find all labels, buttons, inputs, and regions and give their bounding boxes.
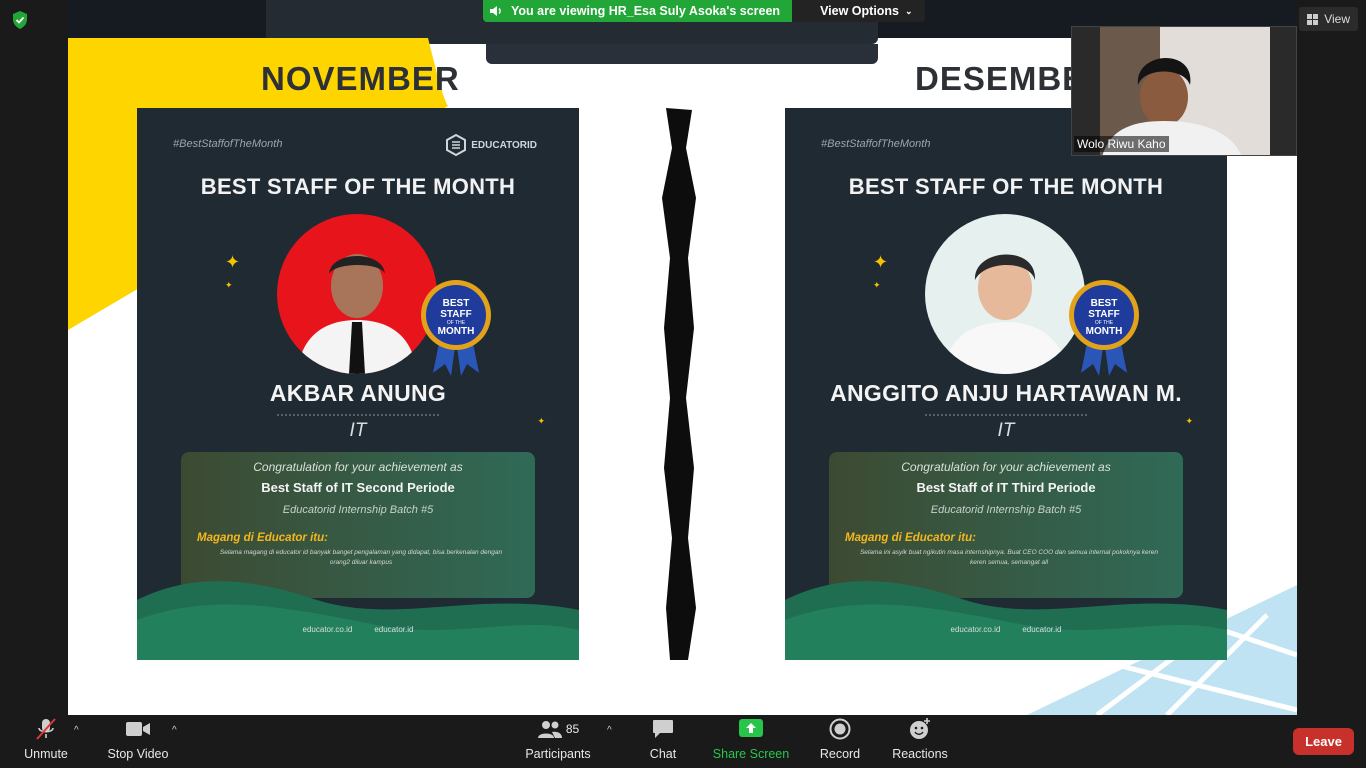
share-screen-label: Share Screen bbox=[712, 747, 790, 761]
record-icon bbox=[829, 718, 851, 740]
magang-title: Magang di Educator itu: bbox=[197, 532, 328, 544]
month-title-november: NOVEMBER bbox=[261, 60, 460, 97]
award-title: Best Staff of IT Second Periode bbox=[261, 480, 455, 495]
magang-text: Selama ini asyik buat ngikutin masa inte… bbox=[859, 549, 1159, 566]
poster-wave bbox=[137, 581, 579, 660]
viewing-indicator: You are viewing HR_Esa Suly Asoka's scre… bbox=[483, 0, 793, 22]
footer-site: educator.co.id bbox=[950, 625, 1001, 634]
magang-text: Selama magang di educator id banyak bang… bbox=[219, 549, 503, 566]
participants-count: 85 bbox=[565, 722, 580, 736]
unmute-label: Unmute bbox=[24, 747, 68, 761]
sparkle-icon: ✦ bbox=[225, 280, 233, 290]
participant-name-label: Wolo Riwu Kaho bbox=[1074, 136, 1169, 152]
mic-muted-icon bbox=[36, 718, 56, 740]
view-label: View bbox=[1324, 12, 1350, 26]
congrats-text: Congratulation for your achievement as bbox=[901, 460, 1111, 474]
audio-options-caret[interactable]: ^ bbox=[74, 725, 79, 736]
chevron-down-icon: ⌄ bbox=[905, 5, 913, 16]
participants-button[interactable]: 85 Participants bbox=[522, 715, 594, 768]
svg-text:MONTH: MONTH bbox=[438, 326, 475, 337]
footer-handle: educator.id bbox=[1022, 625, 1062, 634]
poster-heading: BEST STAFF OF THE MONTH bbox=[200, 174, 516, 199]
dotted-divider bbox=[277, 414, 439, 416]
stop-video-button[interactable]: Stop Video bbox=[104, 715, 172, 768]
chat-bubble-icon bbox=[653, 720, 673, 738]
sparkle-icon: ✦ bbox=[225, 252, 241, 272]
staff-photo bbox=[277, 214, 437, 374]
view-options-label: View Options bbox=[820, 4, 900, 18]
poster-wave bbox=[785, 581, 1227, 660]
meeting-toolbar: Unmute ^ Stop Video ^ 85 Participants ^ … bbox=[0, 715, 1366, 768]
chat-label: Chat bbox=[649, 747, 677, 761]
staff-photo bbox=[925, 214, 1085, 374]
ink-divider bbox=[662, 108, 696, 660]
brand-label: EDUCATORID bbox=[471, 139, 537, 151]
reactions-label: Reactions bbox=[892, 747, 948, 761]
grid-view-icon bbox=[1307, 13, 1319, 25]
svg-text:STAFF: STAFF bbox=[440, 309, 471, 320]
video-options-caret[interactable]: ^ bbox=[172, 725, 177, 736]
best-staff-badge: BEST STAFF OF THE MONTH bbox=[1069, 280, 1139, 376]
poster-footer: educator.co.id educator.id bbox=[785, 625, 1227, 634]
reactions-button[interactable]: Reactions bbox=[890, 715, 950, 768]
poster-november: #BestStaffofTheMonth EDUCATORID BEST STA… bbox=[137, 108, 579, 660]
reactions-icon bbox=[910, 718, 930, 739]
svg-text:MONTH: MONTH bbox=[1086, 326, 1123, 337]
congrats-text: Congratulation for your achievement as bbox=[253, 460, 463, 474]
magang-title: Magang di Educator itu: bbox=[845, 532, 976, 544]
participants-label: Participants bbox=[525, 747, 591, 761]
svg-text:BEST: BEST bbox=[1091, 298, 1118, 309]
screen-share-banner: You are viewing HR_Esa Suly Asoka's scre… bbox=[483, 0, 925, 22]
participants-options-caret[interactable]: ^ bbox=[607, 725, 612, 736]
speaker-icon bbox=[490, 6, 501, 16]
svg-text:BEST: BEST bbox=[443, 298, 470, 309]
participant-video-tile[interactable]: Wolo Riwu Kaho bbox=[1071, 26, 1297, 156]
batch-text: Educatorid Internship Batch #5 bbox=[282, 504, 434, 516]
poster-brand: EDUCATORID bbox=[446, 134, 537, 156]
viewing-text: You are viewing HR_Esa Suly Asoka's scre… bbox=[511, 4, 781, 18]
stop-video-label: Stop Video bbox=[107, 747, 169, 761]
view-options-button[interactable]: View Options ⌄ bbox=[792, 0, 925, 22]
poster-desember: #BestStaffofTheMonth BEST STAFF OF THE M… bbox=[785, 108, 1227, 660]
slide-dark-panel-lower bbox=[486, 44, 878, 64]
staff-department: IT bbox=[997, 420, 1015, 441]
leave-button[interactable]: Leave bbox=[1293, 728, 1354, 755]
record-label: Record bbox=[819, 747, 861, 761]
staff-name: AKBAR ANUNG bbox=[269, 380, 447, 406]
staff-name: ANGGITO ANJU HARTAWAN M. bbox=[830, 380, 1182, 406]
footer-site: educator.co.id bbox=[302, 625, 353, 634]
staff-department: IT bbox=[349, 420, 367, 441]
poster-footer: educator.co.id educator.id bbox=[137, 625, 579, 634]
educatorid-logo-icon bbox=[446, 134, 467, 156]
footer-handle: educator.id bbox=[374, 625, 414, 634]
record-button[interactable]: Record bbox=[816, 715, 864, 768]
award-title: Best Staff of IT Third Periode bbox=[916, 480, 1096, 495]
share-screen-button[interactable]: Share Screen bbox=[712, 715, 790, 768]
poster-heading: BEST STAFF OF THE MONTH bbox=[848, 174, 1164, 199]
view-layout-button[interactable]: View bbox=[1299, 7, 1358, 31]
video-camera-icon bbox=[126, 722, 150, 736]
sparkle-icon: ✦ bbox=[873, 280, 881, 290]
poster-hashtag: #BestStaffofTheMonth bbox=[821, 138, 931, 150]
batch-text: Educatorid Internship Batch #5 bbox=[930, 504, 1082, 516]
participants-icon bbox=[537, 721, 562, 738]
share-screen-arrow-icon bbox=[739, 719, 763, 737]
security-shield-icon[interactable] bbox=[10, 10, 30, 30]
chat-button[interactable]: Chat bbox=[640, 715, 686, 768]
best-staff-badge: BEST STAFF OF THE MONTH bbox=[421, 280, 491, 376]
svg-text:STAFF: STAFF bbox=[1088, 309, 1119, 320]
poster-hashtag: #BestStaffofTheMonth bbox=[173, 138, 283, 150]
dotted-divider bbox=[925, 414, 1087, 416]
unmute-button[interactable]: Unmute bbox=[20, 715, 72, 768]
sparkle-icon: ✦ bbox=[873, 252, 889, 272]
